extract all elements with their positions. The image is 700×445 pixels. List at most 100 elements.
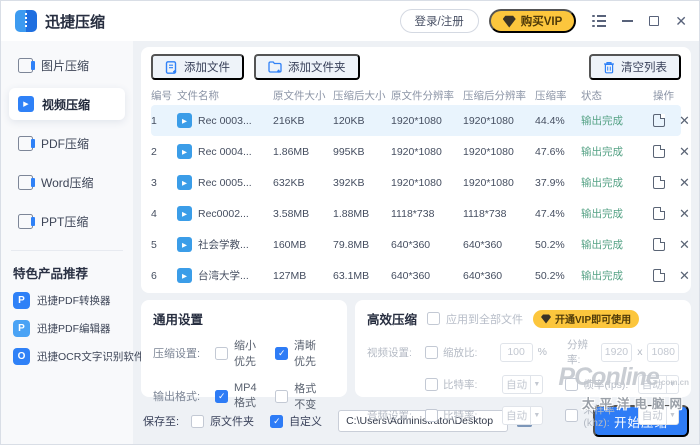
remove-row-icon[interactable]: ✕ xyxy=(679,207,690,220)
play-icon: ▶ xyxy=(18,96,34,112)
original-resolution: 640*360 xyxy=(391,269,431,282)
compression-ratio: 47.4% xyxy=(535,207,565,220)
fps-checkbox[interactable] xyxy=(565,378,579,391)
open-file-location-icon[interactable] xyxy=(653,145,665,158)
remove-row-icon[interactable]: ✕ xyxy=(679,145,690,158)
resolution-height-input[interactable]: 1080 xyxy=(647,342,679,362)
table-row[interactable]: 2 ▶ Rec 0004... 1.86MB 995KB 1920*1080 1… xyxy=(151,136,690,167)
minimize-icon[interactable] xyxy=(622,20,634,22)
original-resolution: 1920*1080 xyxy=(391,145,442,158)
table-row[interactable]: 6 ▶ 台湾大学... 127MB 63.1MB 640*360 640*360… xyxy=(151,260,690,291)
vip-unlock-badge[interactable]: 开通VIP即可使用 xyxy=(533,309,640,328)
remove-row-icon[interactable]: ✕ xyxy=(679,114,690,127)
product-item[interactable]: O 迅捷OCR文字识别软件 xyxy=(9,348,144,365)
menu-icon[interactable] xyxy=(592,14,607,27)
sidebar-item[interactable]: ▶ PPT压缩 xyxy=(9,205,125,237)
close-icon[interactable]: ✕ xyxy=(675,14,687,28)
status-text: 输出完成 xyxy=(581,146,623,158)
checkbox[interactable] xyxy=(215,346,228,360)
video-bitrate-option[interactable]: 比特率: xyxy=(425,377,502,392)
open-file-location-icon[interactable] xyxy=(653,114,665,127)
table-row[interactable]: 1 ▶ Rec 0003... 216KB 120KB 1920*1080 19… xyxy=(151,105,690,136)
scale-input[interactable]: 100 xyxy=(499,342,533,362)
sidebar-item[interactable]: ▶ 视频压缩 xyxy=(9,88,125,120)
fps-select[interactable]: 自动 ▼ xyxy=(637,375,680,394)
maximize-icon[interactable] xyxy=(649,16,660,26)
row-operations: ✕ xyxy=(641,238,690,251)
row-operations: ✕ xyxy=(641,114,690,127)
buy-vip-button[interactable]: 购买VIP xyxy=(488,9,577,33)
audio-bitrate-select[interactable]: 自动 ▼ xyxy=(502,406,544,425)
row-number: 1 xyxy=(151,114,157,127)
open-file-location-icon[interactable] xyxy=(653,269,665,282)
remove-row-icon[interactable]: ✕ xyxy=(679,238,690,251)
product-item[interactable]: P 迅捷PDF转换器 xyxy=(9,292,125,309)
compressed-size: 392KB xyxy=(333,176,365,189)
sidebar-item-label: PPT压缩 xyxy=(41,214,89,229)
product-label: 迅捷PDF编辑器 xyxy=(37,323,111,335)
product-label: 迅捷PDF转换器 xyxy=(37,295,111,307)
status-text: 输出完成 xyxy=(581,177,623,189)
checkbox[interactable] xyxy=(275,389,289,403)
checkbox[interactable] xyxy=(275,346,288,360)
remove-row-icon[interactable]: ✕ xyxy=(679,269,690,282)
compressed-size: 79.8MB xyxy=(333,238,370,251)
compression-ratio: 37.9% xyxy=(535,176,565,189)
apply-all-checkbox[interactable] xyxy=(427,312,441,325)
checkbox[interactable] xyxy=(215,389,228,403)
product-icon: O xyxy=(13,348,30,365)
open-file-location-icon[interactable] xyxy=(653,176,665,189)
custom-checkbox[interactable] xyxy=(270,414,284,428)
audio-settings-label: 音频设置: xyxy=(367,410,412,422)
sample-rate-select[interactable]: 自动 ▼ xyxy=(637,406,680,425)
login-register-button[interactable]: 登录/注册 xyxy=(399,9,479,33)
compress-option[interactable]: 清晰优先 xyxy=(275,337,317,369)
sidebar-item[interactable]: ▶ Word压缩 xyxy=(9,166,125,198)
video-play-icon: ▶ xyxy=(177,175,192,190)
apply-all-option[interactable]: 应用到全部文件 xyxy=(427,311,523,327)
scale-checkbox[interactable] xyxy=(425,345,438,359)
table-row[interactable]: 4 ▶ Rec0002... 3.58MB 1.88MB 1118*738 11… xyxy=(151,198,690,229)
add-folder-button[interactable]: 添加文件夹 xyxy=(254,54,360,80)
original-folder-option[interactable]: 原文件夹 xyxy=(191,413,254,429)
original-resolution: 1920*1080 xyxy=(391,114,442,127)
video-bitrate-checkbox[interactable] xyxy=(425,378,438,391)
sidebar-item[interactable]: ▶ PDF压缩 xyxy=(9,127,125,159)
table-row[interactable]: 5 ▶ 社会学教... 160MB 79.8MB 640*360 640*360… xyxy=(151,229,690,260)
table-row[interactable]: 3 ▶ Rec 0005... 632KB 392KB 1920*1080 19… xyxy=(151,167,690,198)
audio-bitrate-option[interactable]: 比特率: xyxy=(425,408,502,423)
video-play-icon: ▶ xyxy=(177,268,192,283)
video-settings-label: 视频设置: xyxy=(367,346,412,359)
original-size: 160MB xyxy=(273,238,307,251)
fps-option[interactable]: 帧率(fps): xyxy=(565,377,637,392)
chevron-down-icon: ▼ xyxy=(665,407,678,424)
settings-row: 通用设置 压缩设置: 缩小优先 清晰优先 输出格式: xyxy=(141,300,691,429)
scale-option[interactable]: 缩放比: xyxy=(425,345,500,360)
add-file-button[interactable]: 添加文件 xyxy=(151,54,244,80)
compressed-resolution: 1920*1080 xyxy=(463,145,514,158)
sample-rate-checkbox[interactable] xyxy=(565,409,579,422)
clear-list-button[interactable]: 清空列表 xyxy=(589,54,681,80)
product-item[interactable]: P 迅捷PDF编辑器 xyxy=(9,320,125,337)
video-play-icon: ▶ xyxy=(177,113,192,128)
video-bitrate-select[interactable]: 自动 ▼ xyxy=(502,375,544,394)
video-play-icon: ▶ xyxy=(177,237,192,252)
remove-row-icon[interactable]: ✕ xyxy=(679,176,690,189)
custom-option[interactable]: 自定义 xyxy=(270,413,322,429)
open-file-location-icon[interactable] xyxy=(653,207,665,220)
file-name-cell: ▶ Rec 0004... xyxy=(177,144,273,159)
product-icon: P xyxy=(13,292,30,309)
custom-label: 自定义 xyxy=(289,416,323,428)
audio-bitrate-checkbox[interactable] xyxy=(425,409,438,422)
resolution-width-input[interactable]: 1920 xyxy=(600,342,633,362)
sidebar-item[interactable]: ▶ 图片压缩 xyxy=(9,49,125,81)
ppt-compression-icon xyxy=(18,213,35,229)
compress-option[interactable]: 缩小优先 xyxy=(215,337,257,369)
original-folder-checkbox[interactable] xyxy=(191,414,205,428)
video-play-icon: ▶ xyxy=(177,144,192,159)
file-name-cell: ▶ Rec 0005... xyxy=(177,175,273,190)
sample-rate-option[interactable]: 采样率(khz): xyxy=(565,402,637,429)
row-number: 2 xyxy=(151,145,157,158)
compress-setting-label: 压缩设置: xyxy=(153,348,201,360)
open-file-location-icon[interactable] xyxy=(653,238,665,251)
